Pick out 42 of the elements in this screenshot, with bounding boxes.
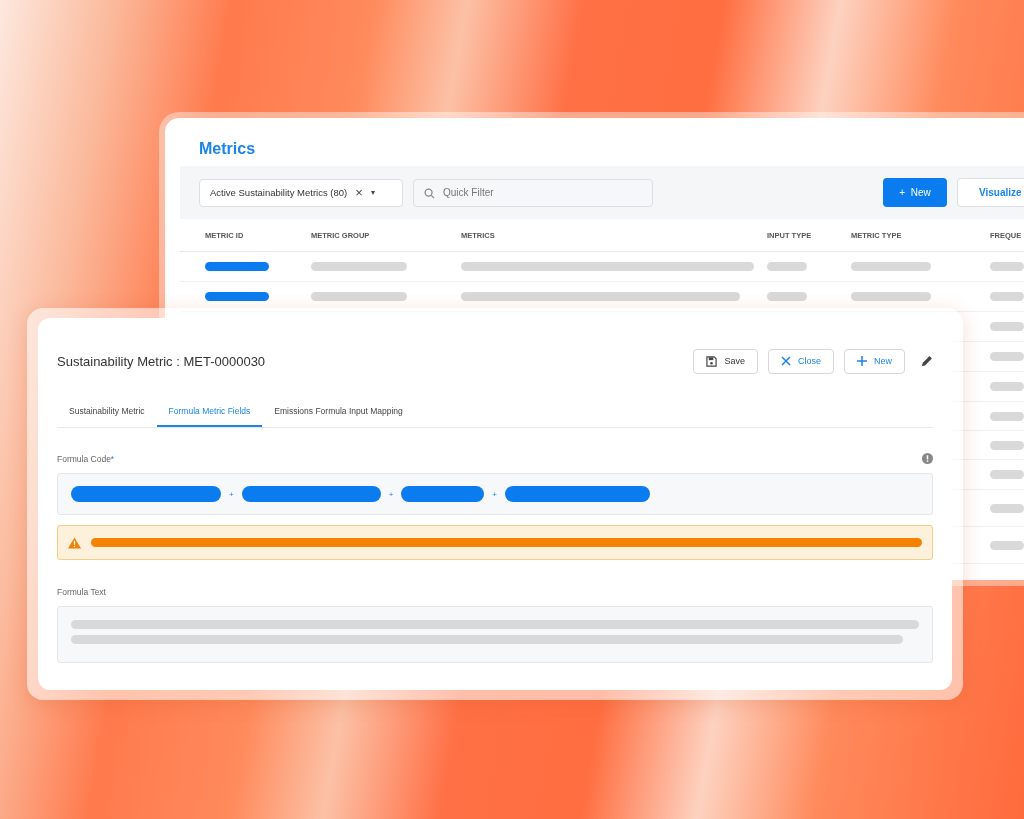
save-button[interactable]: Save [693, 348, 758, 374]
visualize-button[interactable]: Visualize [957, 178, 1024, 207]
clear-icon[interactable]: × [355, 185, 363, 200]
close-button[interactable]: Close [767, 348, 834, 374]
text-placeholder [767, 262, 807, 271]
text-placeholder [767, 292, 807, 301]
tab[interactable]: Formula Metric Fields [156, 398, 263, 427]
field-label: Formula Code* [57, 453, 115, 464]
tab[interactable]: Sustainability Metric [57, 398, 157, 427]
plus-operator: + [388, 489, 394, 499]
text-placeholder [990, 322, 1024, 331]
link-placeholder [205, 292, 269, 301]
tab[interactable]: Emissions Formula Input Mapping [262, 398, 415, 427]
text-placeholder [990, 440, 1024, 450]
text-placeholder [990, 540, 1024, 550]
filter-label: Active Sustainability Metrics (80) [210, 187, 348, 198]
search-field[interactable]: Quick Filter [413, 178, 653, 207]
text-placeholder [990, 503, 1024, 513]
new-button[interactable]: New [844, 348, 905, 374]
text-placeholder [990, 292, 1024, 301]
close-icon [780, 356, 791, 366]
plus-operator: + [229, 489, 234, 499]
plus-icon [857, 356, 867, 366]
formula-code-field[interactable]: + + + [57, 473, 933, 515]
info-icon[interactable] [922, 453, 933, 464]
text-placeholder [990, 470, 1024, 479]
formula-text-field[interactable] [57, 606, 933, 663]
link-placeholder [205, 262, 269, 271]
record-title: Sustainability Metric : MET-0000030 [57, 353, 266, 369]
text-placeholder [990, 382, 1024, 391]
new-button[interactable]: + New [883, 178, 947, 207]
pencil-icon[interactable] [921, 355, 933, 367]
text-placeholder [990, 352, 1024, 361]
text-placeholder [990, 262, 1024, 271]
view-filter-dropdown[interactable]: Active Sustainability Metrics (80) × ▾ [199, 178, 403, 207]
plus-operator: + [492, 489, 497, 499]
text-placeholder [990, 411, 1024, 421]
caret-icon: ▾ [370, 188, 375, 197]
field-label: Formula Text [57, 587, 107, 597]
search-icon [424, 187, 435, 199]
warning-icon [68, 536, 81, 549]
window-title: Metrics [198, 139, 257, 159]
